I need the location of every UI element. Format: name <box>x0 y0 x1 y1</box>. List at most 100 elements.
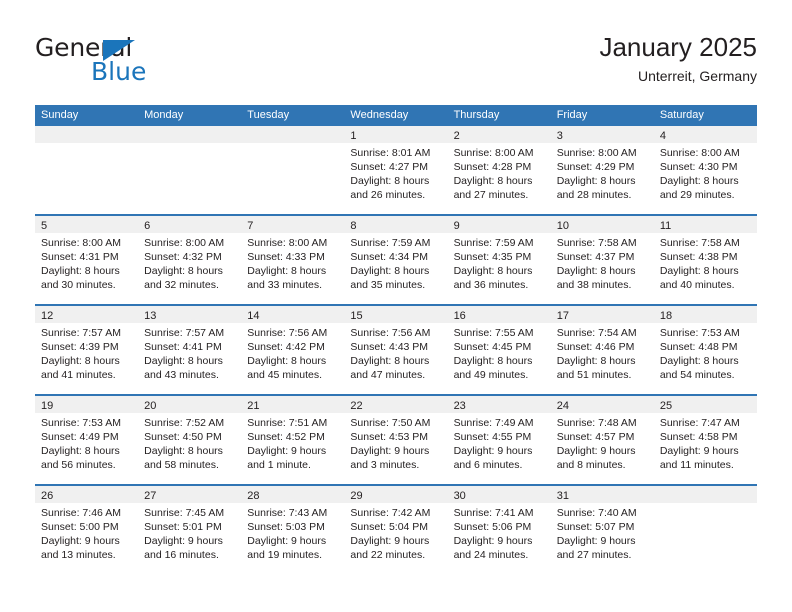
day-cell-26[interactable]: 26 Sunrise: 7:46 AM Sunset: 5:00 PM Dayligh… <box>35 486 139 574</box>
sunrise-text: Sunrise: 7:52 AM <box>144 417 225 429</box>
day-number: 28 <box>247 490 260 502</box>
day-details: Sunrise: 7:56 AM Sunset: 4:43 PM Daylight:… <box>344 323 447 382</box>
day-details <box>241 143 344 146</box>
day-number: 23 <box>453 400 466 412</box>
day-cell-23[interactable]: 23 Sunrise: 7:49 AM Sunset: 4:55 PM Dayligh… <box>447 396 551 484</box>
day-number: 30 <box>453 490 466 502</box>
sunset-text: Sunset: 4:28 PM <box>453 161 532 173</box>
sunset-text: Sunset: 4:35 PM <box>453 251 532 263</box>
day-number: 31 <box>556 490 569 502</box>
sunset-text: Sunset: 4:58 PM <box>659 431 738 443</box>
daylight-text: Daylight: 9 hours <box>453 535 533 547</box>
weekday-header-tuesday: Tuesday <box>247 109 290 121</box>
day-details <box>35 143 138 146</box>
sunrise-text: Sunrise: 7:48 AM <box>556 417 637 429</box>
day-details: Sunrise: 7:58 AM Sunset: 4:38 PM Daylight:… <box>654 233 757 292</box>
day-number: 24 <box>556 400 569 412</box>
day-cell-7[interactable]: 7 Sunrise: 8:00 AM Sunset: 4:33 PM Daylight… <box>241 216 345 304</box>
day-cell-27[interactable]: 27 Sunrise: 7:45 AM Sunset: 5:01 PM Dayligh… <box>138 486 242 574</box>
day-cell-20[interactable]: 20 Sunrise: 7:52 AM Sunset: 4:50 PM Dayligh… <box>138 396 242 484</box>
sunset-text: Sunset: 4:41 PM <box>144 341 222 353</box>
daylight-text-cont: and 8 minutes. <box>556 459 626 471</box>
day-cell-4[interactable]: 4 Sunrise: 8:00 AM Sunset: 4:30 PM Daylight… <box>653 126 757 214</box>
day-number-band <box>138 126 242 143</box>
day-cell-30[interactable]: 30 Sunrise: 7:41 AM Sunset: 5:06 PM Dayligh… <box>447 486 551 574</box>
day-number-band: 29 <box>344 486 448 503</box>
day-cell-22[interactable]: 22 Sunrise: 7:50 AM Sunset: 4:53 PM Dayligh… <box>344 396 448 484</box>
day-number: 26 <box>41 490 54 502</box>
day-details: Sunrise: 7:54 AM Sunset: 4:46 PM Daylight:… <box>551 323 654 382</box>
day-number-band: 23 <box>447 396 551 413</box>
day-cell-15[interactable]: 15 Sunrise: 7:56 AM Sunset: 4:43 PM Dayligh… <box>344 306 448 394</box>
daylight-text-cont: and 36 minutes. <box>453 279 529 291</box>
daylight-text: Daylight: 8 hours <box>41 265 120 277</box>
day-cell-8[interactable]: 8 Sunrise: 7:59 AM Sunset: 4:34 PM Daylight… <box>344 216 448 304</box>
day-number: 6 <box>144 220 151 232</box>
general-blue-logo[interactable]: General Blue <box>35 34 225 90</box>
day-number: 12 <box>41 310 54 322</box>
daylight-text-cont: and 26 minutes. <box>350 189 426 201</box>
daylight-text: Daylight: 8 hours <box>144 265 223 277</box>
day-cell-24[interactable]: 24 Sunrise: 7:48 AM Sunset: 4:57 PM Dayligh… <box>550 396 654 484</box>
day-cell-1[interactable]: 1 Sunrise: 8:01 AM Sunset: 4:27 PM Daylight… <box>344 126 448 214</box>
sunset-text: Sunset: 4:46 PM <box>556 341 635 353</box>
calendar-week-row: 1 Sunrise: 8:01 AM Sunset: 4:27 PM Daylight… <box>35 126 757 216</box>
day-cell-14[interactable]: 14 Sunrise: 7:56 AM Sunset: 4:42 PM Dayligh… <box>241 306 345 394</box>
day-cell-9[interactable]: 9 Sunrise: 7:59 AM Sunset: 4:35 PM Daylight… <box>447 216 551 304</box>
daylight-text-cont: and 13 minutes. <box>41 549 116 561</box>
day-cell-21[interactable]: 21 Sunrise: 7:51 AM Sunset: 4:52 PM Dayligh… <box>241 396 345 484</box>
day-number: 13 <box>144 310 157 322</box>
day-details: Sunrise: 7:59 AM Sunset: 4:34 PM Daylight:… <box>344 233 447 292</box>
sunset-text: Sunset: 4:48 PM <box>659 341 738 353</box>
day-cell-25[interactable]: 25 Sunrise: 7:47 AM Sunset: 4:58 PM Dayligh… <box>653 396 757 484</box>
logo-text-blue: Blue <box>91 57 147 86</box>
day-cell-28[interactable]: 28 Sunrise: 7:43 AM Sunset: 5:03 PM Dayligh… <box>241 486 345 574</box>
day-cell-10[interactable]: 10 Sunrise: 7:58 AM Sunset: 4:37 PM Dayligh… <box>550 216 654 304</box>
daylight-text-cont: and 49 minutes. <box>453 369 529 381</box>
sunrise-text: Sunrise: 7:40 AM <box>556 507 637 519</box>
daylight-text-cont: and 28 minutes. <box>556 189 632 201</box>
page-header: General Blue January 2025 Unterreit, Ger… <box>35 30 757 96</box>
day-cell-6[interactable]: 6 Sunrise: 8:00 AM Sunset: 4:32 PM Daylight… <box>138 216 242 304</box>
day-number-band: 20 <box>138 396 242 413</box>
day-cell-13[interactable]: 13 Sunrise: 7:57 AM Sunset: 4:41 PM Dayligh… <box>138 306 242 394</box>
sunset-text: Sunset: 5:07 PM <box>556 521 635 533</box>
day-details: Sunrise: 8:00 AM Sunset: 4:31 PM Daylight:… <box>35 233 138 292</box>
day-cell-2[interactable]: 2 Sunrise: 8:00 AM Sunset: 4:28 PM Daylight… <box>447 126 551 214</box>
sunset-text: Sunset: 5:01 PM <box>144 521 222 533</box>
daylight-text: Daylight: 8 hours <box>247 265 327 277</box>
day-details: Sunrise: 7:57 AM Sunset: 4:41 PM Daylight:… <box>138 323 241 382</box>
sunset-text: Sunset: 4:29 PM <box>556 161 635 173</box>
sunset-text: Sunset: 4:33 PM <box>247 251 325 263</box>
sunrise-text: Sunrise: 7:58 AM <box>659 237 740 249</box>
day-cell-19[interactable]: 19 Sunrise: 7:53 AM Sunset: 4:49 PM Dayligh… <box>35 396 139 484</box>
day-cell-29[interactable]: 29 Sunrise: 7:42 AM Sunset: 5:04 PM Dayligh… <box>344 486 448 574</box>
daylight-text: Daylight: 9 hours <box>350 445 430 457</box>
sunset-text: Sunset: 5:04 PM <box>350 521 429 533</box>
day-cell-12[interactable]: 12 Sunrise: 7:57 AM Sunset: 4:39 PM Dayligh… <box>35 306 139 394</box>
day-cell-11[interactable]: 11 Sunrise: 7:58 AM Sunset: 4:38 PM Dayligh… <box>653 216 757 304</box>
sunrise-text: Sunrise: 8:00 AM <box>41 237 121 249</box>
daylight-text: Daylight: 9 hours <box>247 445 327 457</box>
sunrise-text: Sunrise: 7:57 AM <box>144 327 225 339</box>
sunset-text: Sunset: 4:27 PM <box>350 161 429 173</box>
sunset-text: Sunset: 4:55 PM <box>453 431 532 443</box>
day-number-band: 30 <box>447 486 551 503</box>
page-title: January 2025 <box>599 32 757 62</box>
day-details: Sunrise: 7:59 AM Sunset: 4:35 PM Daylight:… <box>448 233 551 292</box>
sunrise-text: Sunrise: 7:57 AM <box>41 327 121 339</box>
daylight-text: Daylight: 8 hours <box>41 445 120 457</box>
sunset-text: Sunset: 5:03 PM <box>247 521 325 533</box>
day-number: 11 <box>659 220 672 232</box>
sunset-text: Sunset: 4:39 PM <box>41 341 119 353</box>
sunrise-text: Sunrise: 7:56 AM <box>350 327 431 339</box>
sunset-text: Sunset: 4:49 PM <box>41 431 119 443</box>
day-cell-3[interactable]: 3 Sunrise: 8:00 AM Sunset: 4:29 PM Daylight… <box>550 126 654 214</box>
day-cell-31[interactable]: 31 Sunrise: 7:40 AM Sunset: 5:07 PM Dayligh… <box>550 486 654 574</box>
day-cell-17[interactable]: 17 Sunrise: 7:54 AM Sunset: 4:46 PM Dayligh… <box>550 306 654 394</box>
day-cell-16[interactable]: 16 Sunrise: 7:55 AM Sunset: 4:45 PM Dayligh… <box>447 306 551 394</box>
day-cell-5[interactable]: 5 Sunrise: 8:00 AM Sunset: 4:31 PM Daylight… <box>35 216 139 304</box>
day-cell-empty <box>241 126 345 214</box>
sunrise-text: Sunrise: 8:00 AM <box>659 147 740 159</box>
day-cell-18[interactable]: 18 Sunrise: 7:53 AM Sunset: 4:48 PM Dayligh… <box>653 306 757 394</box>
